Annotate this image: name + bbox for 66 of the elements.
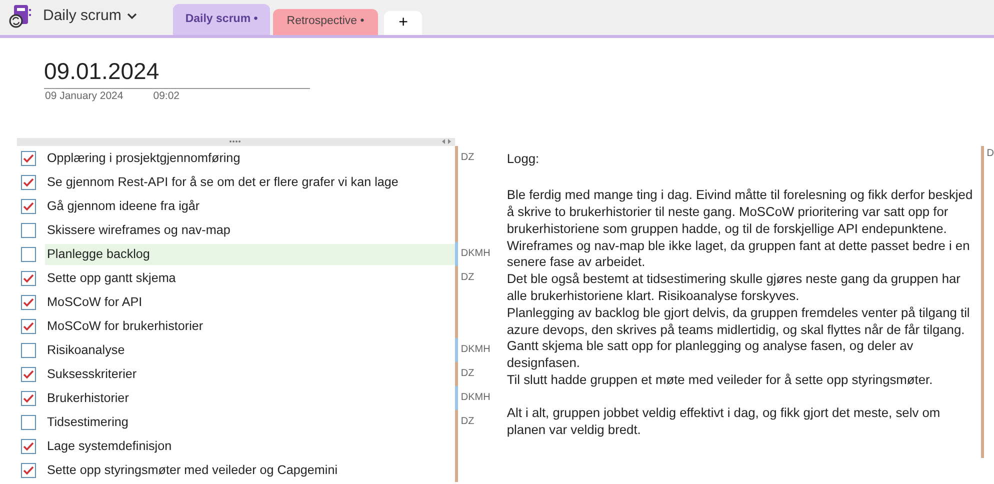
log-paragraph: Det ble også bestemt at tidsestimering skulle gjøres neste gang da gruppen har alle brukerhistoriene klart. Risikoanalyse forskyves. — [506, 271, 962, 305]
log-paragraph: Alt i alt, gruppen jobbet veldig effektivt i dag, og fikk gjort det meste, selv om planen var veldig bredt. — [506, 404, 942, 438]
log-paragraph: Wireframes og nav-map ble ikke laget, da gruppen fant at dette passet bedre i en senere fase av arbeidet. — [506, 238, 971, 272]
section-tab[interactable]: Retrospective • — [272, 9, 378, 35]
task-label: Brukerhistorier — [46, 390, 130, 407]
task-label: MoSCoW for API — [46, 294, 144, 311]
task-checkbox[interactable] — [21, 150, 36, 166]
author-initials: DKMH — [454, 242, 505, 266]
checkmark-icon — [23, 370, 34, 379]
task-label: Skissere wireframes og nav-map — [46, 222, 232, 239]
author-initials: DZ — [454, 146, 505, 170]
resize-arrows-icon[interactable] — [442, 139, 451, 144]
task-checkbox[interactable] — [21, 246, 36, 262]
author-initials: DZ — [454, 266, 505, 290]
checkmark-icon — [23, 202, 34, 211]
checkmark-icon — [23, 154, 34, 163]
task-checkbox[interactable] — [21, 174, 36, 190]
page-time: 09:02 — [153, 88, 180, 104]
task-checkbox[interactable] — [21, 222, 36, 238]
checkmark-icon — [23, 178, 34, 187]
task-checkbox[interactable] — [21, 390, 36, 406]
checkmark-icon — [23, 394, 34, 403]
task-label: Opplæring i prosjektgjennomføring — [46, 150, 242, 167]
drag-handle-icon[interactable] — [229, 140, 241, 144]
task-label: Gå gjennom ideene fra igår — [46, 198, 201, 215]
author-initials: D — [980, 146, 994, 458]
task-checkbox[interactable] — [21, 438, 36, 454]
task-checkbox[interactable] — [21, 294, 36, 310]
author-initials: DZ — [454, 362, 505, 386]
task-label: Risikoanalyse — [46, 342, 126, 359]
task-checkbox[interactable] — [21, 462, 36, 478]
task-label: MoSCoW for brukerhistorier — [46, 318, 204, 335]
task-checkbox[interactable] — [21, 318, 36, 334]
task-label: Se gjennom Rest-API for å se om det er flere grafer vi kan lage — [46, 174, 400, 191]
log-paragraph: Ble ferdig med mange ting i dag. Eivind måtte til forelesning og fikk derfor beskjed å skrive to brukerhistorier til neste gang. MoSCoW prioritering var satt opp for brukerhistoriene som gruppen hadde, og til de forskjellige API endepunktene. — [506, 187, 974, 238]
checkmark-icon — [23, 322, 34, 331]
log-heading: Logg: — [506, 151, 540, 168]
task-checkbox[interactable] — [21, 198, 36, 214]
checkmark-icon — [23, 466, 34, 475]
notebook-title[interactable]: Daily scrum — [43, 4, 138, 27]
task-checkbox[interactable] — [21, 366, 36, 382]
task-label: Planlegge backlog — [45, 244, 455, 265]
checkmark-icon — [23, 442, 34, 451]
log-paragraph: Gantt skjema ble satt opp for planlegging og analyse fasen, og deler av designfasen. — [506, 338, 914, 372]
page-title: 09.01.2024 — [44, 58, 310, 89]
task-checkbox[interactable] — [21, 342, 36, 358]
task-label: Lage systemdefinisjon — [46, 438, 173, 455]
page-date: 09 January 2024 — [45, 88, 124, 104]
task-checkbox[interactable] — [21, 414, 36, 430]
container-handle-bar[interactable] — [17, 138, 455, 146]
chevron-down-icon — [127, 12, 138, 20]
task-label: Suksesskriterier — [46, 366, 138, 383]
author-initials: DKMH — [454, 386, 505, 410]
author-initials: DZ — [454, 410, 505, 434]
checkmark-icon — [23, 298, 34, 307]
checkmark-icon — [23, 274, 34, 283]
task-label: Sette opp gantt skjema — [46, 270, 177, 287]
task-label: Sette opp styringsmøter med veileder og Capgemini — [46, 462, 338, 479]
section-tab[interactable]: Daily scrum • — [173, 4, 270, 35]
log-paragraph: Planlegging av backlog ble gjort delvis, da gruppen fremdeles venter på tilgang til azure devops, den skrives på teams midlertidig, og skal flyttes når de får tilgang. — [506, 304, 971, 338]
add-tab-button[interactable]: + — [384, 11, 422, 35]
log-paragraph: Til slutt hadde gruppen et møte med veileder for å sette opp styringsmøter. — [506, 372, 934, 389]
task-label: Tidsestimering — [46, 414, 130, 431]
task-checkbox[interactable] — [21, 270, 36, 286]
author-initials: DKMH — [454, 338, 505, 362]
notebook-icon[interactable] — [9, 4, 33, 28]
